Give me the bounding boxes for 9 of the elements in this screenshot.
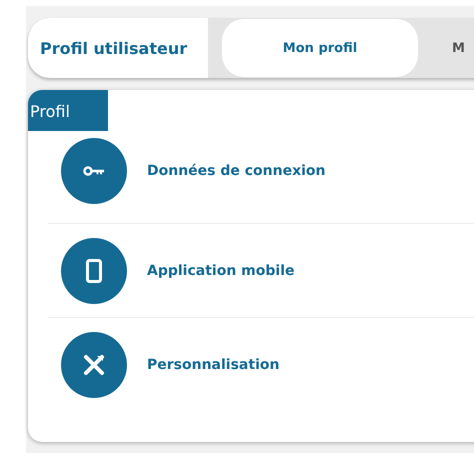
key-icon (83, 166, 105, 176)
phone-icon (86, 258, 102, 282)
menu-link[interactable]: Application mobile (147, 262, 294, 278)
page-title: Profil utilisateur (28, 18, 208, 78)
section-tag: Profil (28, 90, 108, 131)
menu-link[interactable]: Personnalisation (147, 356, 280, 372)
tab[interactable]: M (452, 19, 465, 77)
menu-link[interactable]: Données de connexion (147, 163, 326, 179)
tab[interactable]: Mon profil (222, 19, 418, 77)
